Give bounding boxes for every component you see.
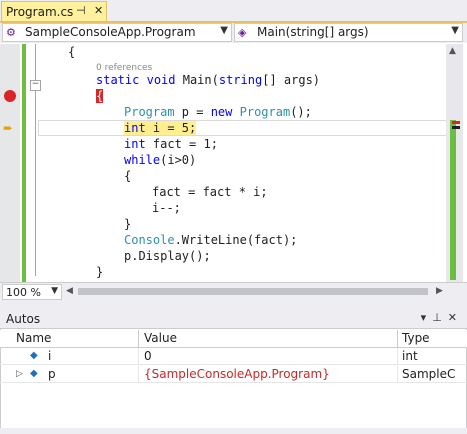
close-icon[interactable]: ✕ bbox=[94, 4, 103, 17]
code-line: int fact = 1; bbox=[124, 137, 218, 151]
indicator-margin[interactable] bbox=[0, 44, 20, 282]
code-line: Program p = new Program(); bbox=[124, 105, 312, 119]
change-tracking-bar bbox=[22, 44, 26, 282]
navigation-bar: ⚙ SampleConsoleApp.Program ▼ ◈ Main(stri… bbox=[0, 23, 467, 43]
method-icon: ◈ bbox=[238, 26, 247, 39]
pin-icon[interactable]: ⊥ bbox=[432, 311, 448, 324]
column-header-type[interactable]: Type bbox=[402, 331, 430, 345]
type-selector-value: SampleConsoleApp.Program bbox=[25, 25, 196, 39]
code-line: } bbox=[96, 265, 104, 279]
code-line: i--; bbox=[152, 201, 181, 215]
tab-title: Program.cs bbox=[6, 5, 74, 19]
expand-arrow-icon[interactable]: ▷ bbox=[16, 369, 23, 379]
chevron-down-icon[interactable]: ▼ bbox=[51, 286, 58, 296]
variable-value[interactable]: 0 bbox=[144, 349, 152, 363]
autos-title: Autos bbox=[6, 312, 41, 326]
autos-window-buttons[interactable]: ▾⊥✕ bbox=[421, 311, 463, 324]
code-line: fact = fact * i; bbox=[152, 185, 268, 199]
code-line: Console.WriteLine(fact); bbox=[124, 233, 298, 247]
close-icon[interactable]: ✕ bbox=[448, 311, 463, 324]
scrollbar-caret-marker bbox=[452, 126, 460, 129]
variable-name: i bbox=[48, 349, 52, 363]
scroll-left-icon[interactable]: ◀ bbox=[66, 286, 73, 296]
variable-value[interactable]: {SampleConsoleApp.Program} bbox=[144, 367, 330, 381]
autos-horizontal-scrollbar[interactable] bbox=[0, 428, 467, 434]
tab-program-cs[interactable]: Program.cs ⊣ ✕ bbox=[1, 1, 107, 22]
table-row[interactable]: ◆ i 0 int bbox=[0, 348, 467, 365]
code-line: { bbox=[68, 45, 76, 59]
table-row[interactable]: ▷ ◆ p {SampleConsoleApp.Program} SampleC bbox=[0, 366, 467, 383]
code-line: int i = 5; bbox=[124, 120, 467, 136]
scroll-up-icon[interactable]: ▲ bbox=[449, 46, 456, 56]
member-selector[interactable]: ◈ Main(string[] args) ▼ bbox=[234, 23, 463, 42]
code-line: { bbox=[124, 169, 132, 183]
pin-icon[interactable]: ⊣ bbox=[76, 4, 86, 17]
breakpoint-icon[interactable] bbox=[4, 90, 16, 102]
chevron-down-icon[interactable]: ▼ bbox=[220, 25, 228, 36]
variable-type: SampleC bbox=[402, 367, 456, 381]
breakpoint-highlight: { bbox=[96, 89, 104, 103]
panel-splitter[interactable] bbox=[0, 301, 467, 309]
scroll-right-icon[interactable]: ▶ bbox=[436, 286, 443, 296]
variable-name: p bbox=[48, 367, 56, 381]
collapse-toggle[interactable]: − bbox=[30, 80, 41, 91]
autos-title-bar: Autos ▾⊥✕ bbox=[0, 309, 467, 329]
column-header-value[interactable]: Value bbox=[144, 331, 177, 345]
code-line: p.Display(); bbox=[124, 249, 211, 263]
zoom-level-value: 100 % bbox=[6, 286, 41, 299]
code-line: { bbox=[96, 88, 104, 104]
code-line: while(i>0) bbox=[124, 153, 197, 167]
class-icon: ⚙ bbox=[6, 26, 16, 39]
variable-icon: ◆ bbox=[30, 350, 38, 361]
code-line: static void Main(string[] args) bbox=[96, 73, 321, 87]
type-selector[interactable]: ⚙ SampleConsoleApp.Program ▼ bbox=[2, 23, 232, 42]
variable-icon: ◆ bbox=[30, 368, 38, 379]
code-line: } bbox=[124, 217, 132, 231]
current-statement-arrow-icon: ➨ bbox=[3, 121, 14, 135]
current-statement-highlight: int i = 5; bbox=[124, 121, 197, 135]
outlining-margin: − bbox=[30, 44, 42, 282]
variable-type: int bbox=[402, 349, 418, 363]
chevron-down-icon[interactable]: ▾ bbox=[421, 311, 433, 324]
horizontal-scrollbar-thumb[interactable] bbox=[78, 288, 428, 295]
scrollbar-breakpoint-marker bbox=[452, 121, 460, 124]
autos-column-header: Name Value Type bbox=[0, 330, 467, 348]
chevron-down-icon[interactable]: ▼ bbox=[451, 25, 459, 36]
scrollbar-change-marker bbox=[450, 120, 456, 280]
zoom-level-combo[interactable]: 100 % ▼ bbox=[2, 284, 62, 300]
member-selector-value: Main(string[] args) bbox=[257, 25, 369, 39]
column-header-name[interactable]: Name bbox=[16, 331, 51, 345]
